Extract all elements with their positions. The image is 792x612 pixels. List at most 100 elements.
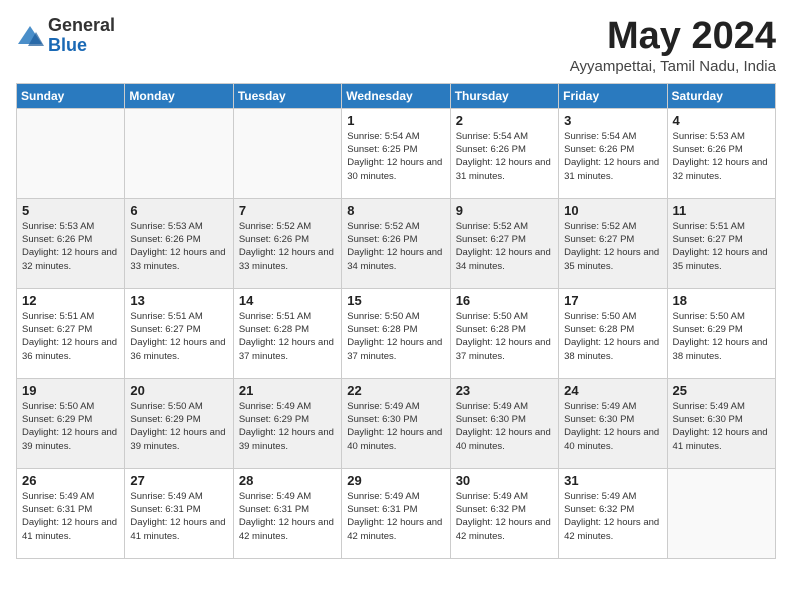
cell-info: Sunrise: 5:50 AMSunset: 6:28 PMDaylight:… [564,310,661,363]
cell-info: Sunrise: 5:49 AMSunset: 6:30 PMDaylight:… [673,400,770,453]
calendar-week-3: 12 Sunrise: 5:51 AMSunset: 6:27 PMDayligh… [17,288,776,378]
cell-info: Sunrise: 5:49 AMSunset: 6:31 PMDaylight:… [130,490,227,543]
cell-info: Sunrise: 5:49 AMSunset: 6:30 PMDaylight:… [347,400,444,453]
calendar-cell [233,108,341,198]
cell-info: Sunrise: 5:53 AMSunset: 6:26 PMDaylight:… [673,130,770,183]
calendar-cell: 10Sunrise: 5:52 AMSunset: 6:27 PMDayligh… [559,198,667,288]
cell-info: Sunrise: 5:52 AMSunset: 6:27 PMDaylight:… [456,220,553,273]
logo-blue-text: Blue [48,36,115,56]
calendar-cell: 15Sunrise: 5:50 AMSunset: 6:28 PMDayligh… [342,288,450,378]
calendar-cell: 28 Sunrise: 5:49 AMSunset: 6:31 PMDayligh… [233,468,341,558]
day-number: 26 [22,473,119,488]
calendar-cell: 29 Sunrise: 5:49 AMSunset: 6:31 PMDayligh… [342,468,450,558]
cell-info: Sunrise: 5:53 AMSunset: 6:26 PMDaylight:… [130,220,227,273]
logo-general-text: General [48,16,115,36]
logo-text: General Blue [48,16,115,56]
day-number: 4 [673,113,770,128]
cell-info: Sunrise: 5:50 AMSunset: 6:28 PMDaylight:… [347,310,444,363]
calendar-cell: 16 Sunrise: 5:50 AMSunset: 6:28 PMDayligh… [450,288,558,378]
calendar-cell: 14 Sunrise: 5:51 AMSunset: 6:28 PMDayligh… [233,288,341,378]
calendar-cell: 24Sunrise: 5:49 AMSunset: 6:30 PMDayligh… [559,378,667,468]
calendar-cell [667,468,775,558]
cell-info: Sunrise: 5:50 AMSunset: 6:29 PMDaylight:… [22,400,119,453]
day-number: 14 [239,293,336,308]
calendar-cell: 19 Sunrise: 5:50 AMSunset: 6:29 PMDayligh… [17,378,125,468]
cell-info: Sunrise: 5:49 AMSunset: 6:32 PMDaylight:… [564,490,661,543]
day-number: 17 [564,293,661,308]
day-number: 31 [564,473,661,488]
cell-info: Sunrise: 5:49 AMSunset: 6:31 PMDaylight:… [347,490,444,543]
logo: General Blue [16,16,115,56]
calendar-week-1: 1 Sunrise: 5:54 AMSunset: 6:25 PMDaylight… [17,108,776,198]
calendar-cell: 6 Sunrise: 5:53 AMSunset: 6:26 PMDaylight… [125,198,233,288]
day-number: 19 [22,383,119,398]
calendar-cell: 8 Sunrise: 5:52 AMSunset: 6:26 PMDaylight… [342,198,450,288]
day-number: 29 [347,473,444,488]
calendar-cell [125,108,233,198]
cell-info: Sunrise: 5:50 AMSunset: 6:29 PMDaylight:… [130,400,227,453]
day-number: 30 [456,473,553,488]
cell-info: Sunrise: 5:52 AMSunset: 6:26 PMDaylight:… [347,220,444,273]
cell-info: Sunrise: 5:54 AMSunset: 6:26 PMDaylight:… [456,130,553,183]
logo-icon [16,24,44,48]
cell-info: Sunrise: 5:51 AMSunset: 6:28 PMDaylight:… [239,310,336,363]
col-thursday: Thursday [450,83,558,108]
calendar-week-4: 19 Sunrise: 5:50 AMSunset: 6:29 PMDayligh… [17,378,776,468]
calendar-week-2: 5 Sunrise: 5:53 AMSunset: 6:26 PMDaylight… [17,198,776,288]
day-number: 27 [130,473,227,488]
col-monday: Monday [125,83,233,108]
calendar-cell: 13 Sunrise: 5:51 AMSunset: 6:27 PMDayligh… [125,288,233,378]
calendar-cell: 30 Sunrise: 5:49 AMSunset: 6:32 PMDayligh… [450,468,558,558]
calendar-cell [17,108,125,198]
calendar-cell: 7 Sunrise: 5:52 AMSunset: 6:26 PMDaylight… [233,198,341,288]
calendar-cell: 23Sunrise: 5:49 AMSunset: 6:30 PMDayligh… [450,378,558,468]
day-number: 1 [347,113,444,128]
cell-info: Sunrise: 5:52 AMSunset: 6:26 PMDaylight:… [239,220,336,273]
cell-info: Sunrise: 5:50 AMSunset: 6:28 PMDaylight:… [456,310,553,363]
header-row: Sunday Monday Tuesday Wednesday Thursday… [17,83,776,108]
cell-info: Sunrise: 5:49 AMSunset: 6:29 PMDaylight:… [239,400,336,453]
cell-info: Sunrise: 5:51 AMSunset: 6:27 PMDaylight:… [130,310,227,363]
calendar-week-5: 26 Sunrise: 5:49 AMSunset: 6:31 PMDayligh… [17,468,776,558]
calendar-cell: 1 Sunrise: 5:54 AMSunset: 6:25 PMDaylight… [342,108,450,198]
cell-info: Sunrise: 5:51 AMSunset: 6:27 PMDaylight:… [22,310,119,363]
cell-info: Sunrise: 5:51 AMSunset: 6:27 PMDaylight:… [673,220,770,273]
cell-info: Sunrise: 5:54 AMSunset: 6:26 PMDaylight:… [564,130,661,183]
month-year-title: May 2024 [570,16,776,58]
day-number: 22 [347,383,444,398]
cell-info: Sunrise: 5:54 AMSunset: 6:25 PMDaylight:… [347,130,444,183]
calendar-cell: 26 Sunrise: 5:49 AMSunset: 6:31 PMDayligh… [17,468,125,558]
cell-info: Sunrise: 5:49 AMSunset: 6:31 PMDaylight:… [239,490,336,543]
calendar-cell: 5Sunrise: 5:53 AMSunset: 6:26 PMDaylight… [17,198,125,288]
calendar-table: Sunday Monday Tuesday Wednesday Thursday… [16,83,776,559]
day-number: 24 [564,383,661,398]
day-number: 12 [22,293,119,308]
calendar-cell: 11Sunrise: 5:51 AMSunset: 6:27 PMDayligh… [667,198,775,288]
location-subtitle: Ayyampettai, Tamil Nadu, India [570,58,776,75]
day-number: 8 [347,203,444,218]
page-header: General Blue May 2024 Ayyampettai, Tamil… [16,16,776,75]
day-number: 3 [564,113,661,128]
cell-info: Sunrise: 5:50 AMSunset: 6:29 PMDaylight:… [673,310,770,363]
day-number: 16 [456,293,553,308]
day-number: 5 [22,203,119,218]
day-number: 25 [673,383,770,398]
col-tuesday: Tuesday [233,83,341,108]
calendar-cell: 3 Sunrise: 5:54 AMSunset: 6:26 PMDaylight… [559,108,667,198]
cell-info: Sunrise: 5:49 AMSunset: 6:32 PMDaylight:… [456,490,553,543]
calendar-cell: 25 Sunrise: 5:49 AMSunset: 6:30 PMDayligh… [667,378,775,468]
day-number: 7 [239,203,336,218]
day-number: 9 [456,203,553,218]
calendar-cell: 17 Sunrise: 5:50 AMSunset: 6:28 PMDayligh… [559,288,667,378]
day-number: 18 [673,293,770,308]
day-number: 28 [239,473,336,488]
calendar-cell: 21Sunrise: 5:49 AMSunset: 6:29 PMDayligh… [233,378,341,468]
day-number: 10 [564,203,661,218]
day-number: 6 [130,203,227,218]
calendar-cell: 9 Sunrise: 5:52 AMSunset: 6:27 PMDaylight… [450,198,558,288]
day-number: 13 [130,293,227,308]
calendar-cell: 12 Sunrise: 5:51 AMSunset: 6:27 PMDayligh… [17,288,125,378]
calendar-cell: 20Sunrise: 5:50 AMSunset: 6:29 PMDayligh… [125,378,233,468]
cell-info: Sunrise: 5:49 AMSunset: 6:31 PMDaylight:… [22,490,119,543]
col-friday: Friday [559,83,667,108]
